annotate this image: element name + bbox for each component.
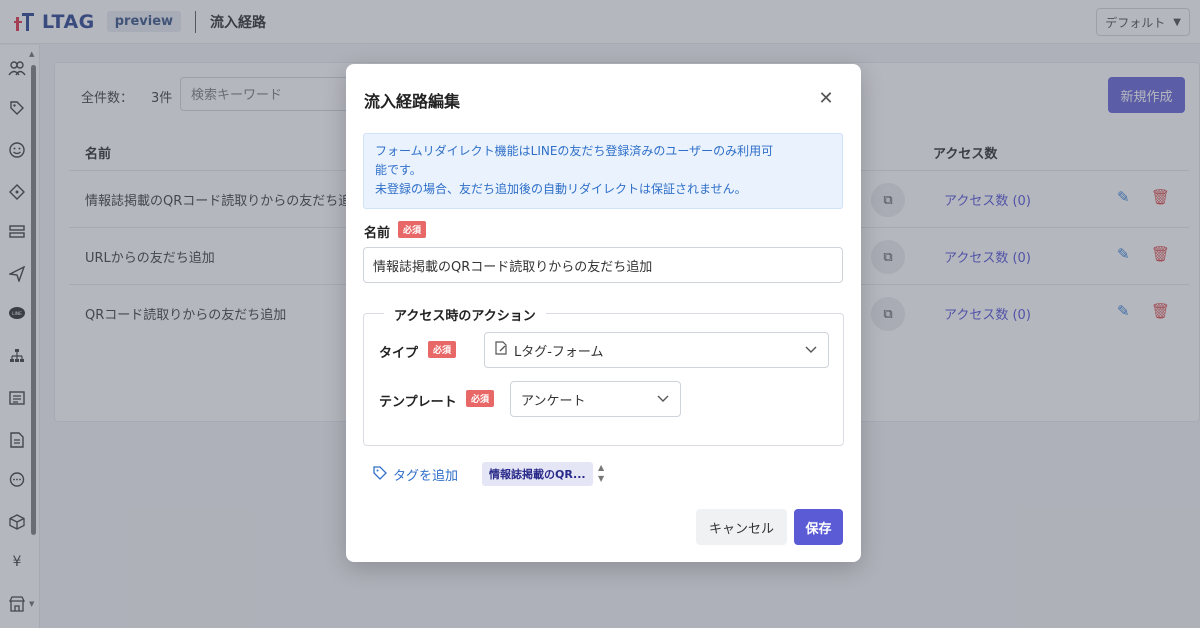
access-action-fieldset: アクセス時のアクション タイプ 必須 Lタグ-フォーム テンプレート 必須 アン… <box>363 305 844 446</box>
template-label: テンプレート <box>379 395 457 410</box>
add-tag-label: タグを追加 <box>393 469 459 484</box>
required-badge: 必須 <box>398 221 427 238</box>
edit-inflow-route-modal: 流入経路編集 ✕ フォームリダイレクト機能はLINEの友だち登録済みのユーザーの… <box>346 64 861 562</box>
name-field-value: 情報誌掲載のQRコード読取りからの友だち追加 <box>373 259 653 275</box>
name-field[interactable]: 情報誌掲載のQRコード読取りからの友だち追加 <box>363 247 843 283</box>
template-select-value: アンケート <box>521 393 586 409</box>
cancel-button[interactable]: キャンセル <box>696 509 787 545</box>
save-button[interactable]: 保存 <box>794 509 843 545</box>
info-line: 能です。 <box>375 163 422 177</box>
tag-icon <box>373 465 387 484</box>
info-line: フォームリダイレクト機能はLINEの友だち登録済みのユーザーのみ利用可 <box>375 144 774 158</box>
required-badge: 必須 <box>466 390 495 407</box>
tag-sort-arrows-icon[interactable]: ▲ ▼ <box>598 462 604 484</box>
modal-title: 流入経路編集 <box>364 92 461 111</box>
type-label: タイプ <box>379 346 419 361</box>
required-badge: 必須 <box>428 341 457 358</box>
info-line: 未登録の場合、友だち追加後の自動リダイレクトは保証されません。 <box>375 182 747 196</box>
access-action-legend: アクセス時のアクション <box>384 305 546 324</box>
add-tag-button[interactable]: タグを追加 <box>373 465 458 484</box>
tag-chip[interactable]: 情報誌掲載のQR... <box>482 462 593 486</box>
chevron-down-icon <box>656 391 670 408</box>
form-icon <box>495 341 508 359</box>
close-icon[interactable]: ✕ <box>814 86 838 110</box>
type-select[interactable]: Lタグ-フォーム <box>484 332 829 368</box>
template-select[interactable]: アンケート <box>510 381 681 417</box>
chevron-down-icon <box>804 342 818 359</box>
type-select-value: Lタグ-フォーム <box>514 344 604 360</box>
name-label: 名前 <box>364 226 391 241</box>
info-alert: フォームリダイレクト機能はLINEの友だち登録済みのユーザーのみ利用可 能です。… <box>363 133 843 209</box>
